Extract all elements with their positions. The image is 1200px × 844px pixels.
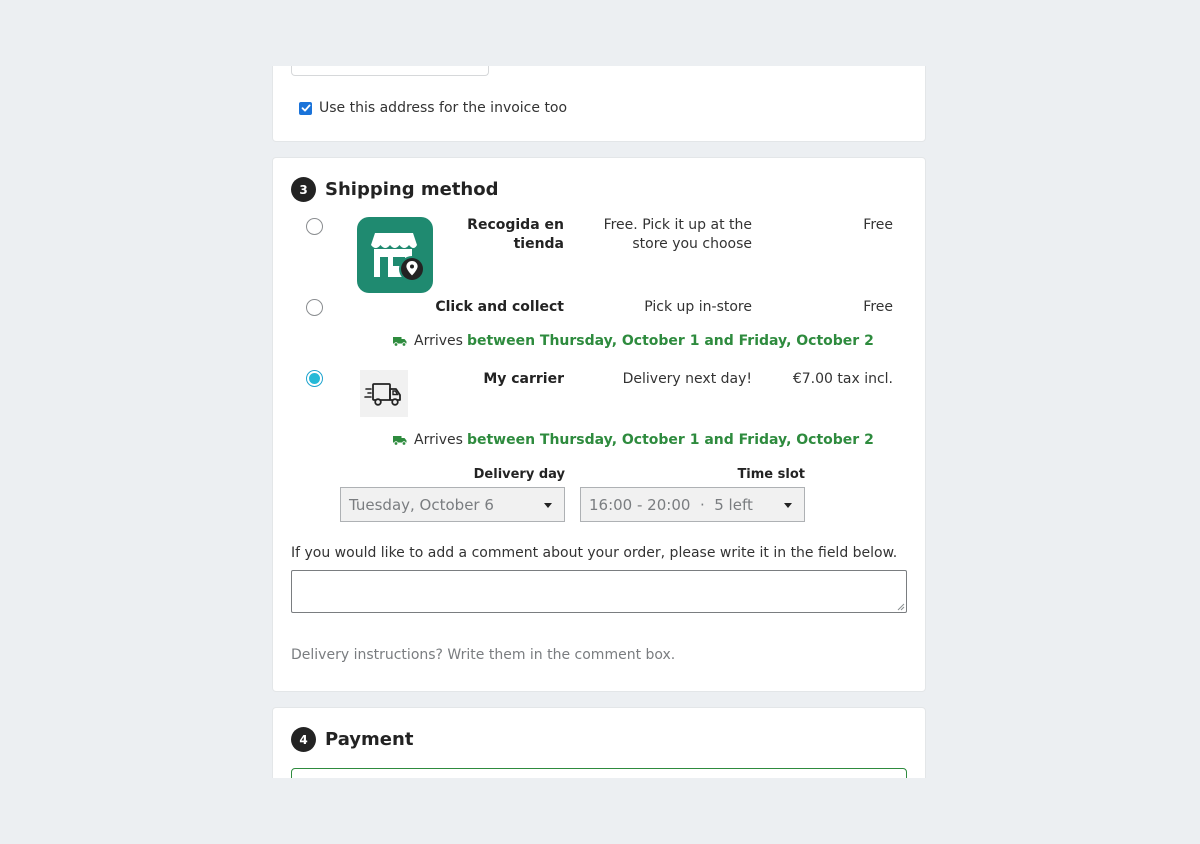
carrier-name: Click and collect [435, 299, 564, 315]
carrier-name: My carrier [483, 371, 564, 387]
truck-icon [393, 435, 407, 446]
address-section: Use this address for the invoice too [272, 66, 926, 142]
carrier-radio-my-carrier[interactable] [306, 370, 323, 387]
carrier-name-line: tienda [513, 236, 564, 252]
payment-option-box[interactable] [291, 768, 907, 778]
section-title: Payment [325, 729, 414, 750]
delivery-truck-icon [360, 370, 408, 417]
checkout-viewport: Use this address for the invoice too 3 S… [0, 66, 1200, 778]
step-number-badge: 4 [291, 727, 316, 752]
carrier-name-line: Recogida en [467, 217, 564, 233]
time-slot-label: Time slot [737, 467, 805, 482]
delivery-day-label: Delivery day [473, 467, 565, 482]
carrier-delay: Free. Pick it up at the store you choose [588, 216, 752, 254]
time-slot-select[interactable]: 16:00 - 20:00 · 5 left [580, 487, 805, 522]
delivery-estimate-prefix: Arrives [414, 333, 463, 349]
invoice-address-checkbox-label: Use this address for the invoice too [319, 100, 568, 116]
carrier-delay: Delivery next day! [622, 371, 752, 387]
shipping-method-section: 3 Shipping method Recogida en tienda Fre… [272, 157, 926, 692]
delivery-day-value: Tuesday, October 6 [349, 495, 494, 514]
carrier-price: Free [863, 217, 893, 233]
carrier-delay-line: store you choose [632, 236, 752, 252]
resize-handle-icon[interactable] [897, 603, 905, 611]
payment-section: 4 Payment [272, 707, 926, 778]
chevron-down-icon [784, 503, 792, 508]
delivery-estimate-dates: between Thursday, October 1 and Friday, … [466, 432, 874, 448]
carrier-radio-click-and-collect[interactable] [306, 299, 323, 316]
carrier-price: €7.00 tax incl. [792, 371, 893, 387]
delivery-day-select[interactable]: Tuesday, October 6 [340, 487, 565, 522]
step-number-badge: 3 [291, 177, 316, 202]
invoice-address-checkbox-row[interactable]: Use this address for the invoice too [299, 100, 567, 116]
delivery-estimate: Arrives between Thursday, October 1 and … [393, 333, 874, 349]
order-comment-textarea[interactable] [291, 570, 907, 613]
truck-icon [393, 336, 407, 347]
carrier-delay-line: Free. Pick it up at the [603, 217, 752, 233]
chevron-down-icon [544, 503, 552, 508]
payment-step-heading: 4 Payment [291, 727, 413, 752]
delivery-estimate: Arrives between Thursday, October 1 and … [393, 432, 874, 448]
carrier-delay: Pick up in-store [644, 299, 752, 315]
invoice-address-checkbox[interactable] [299, 101, 312, 115]
shipping-step-heading: 3 Shipping method [291, 177, 499, 202]
delivery-estimate-prefix: Arrives [414, 432, 463, 448]
time-slot-value: 16:00 - 20:00 · 5 left [589, 495, 753, 514]
section-title: Shipping method [325, 179, 499, 200]
delivery-estimate-dates: between Thursday, October 1 and Friday, … [466, 333, 874, 349]
store-location-icon [357, 217, 433, 293]
checkmark-icon [301, 104, 310, 112]
delivery-instructions-hint: Delivery instructions? Write them in the… [291, 647, 676, 663]
carrier-price: Free [863, 299, 893, 315]
comment-label: If you would like to add a comment about… [291, 545, 898, 561]
address-field[interactable] [291, 66, 489, 76]
carrier-radio-store-pickup[interactable] [306, 218, 323, 235]
carrier-name: Recogida en tienda [453, 216, 564, 254]
